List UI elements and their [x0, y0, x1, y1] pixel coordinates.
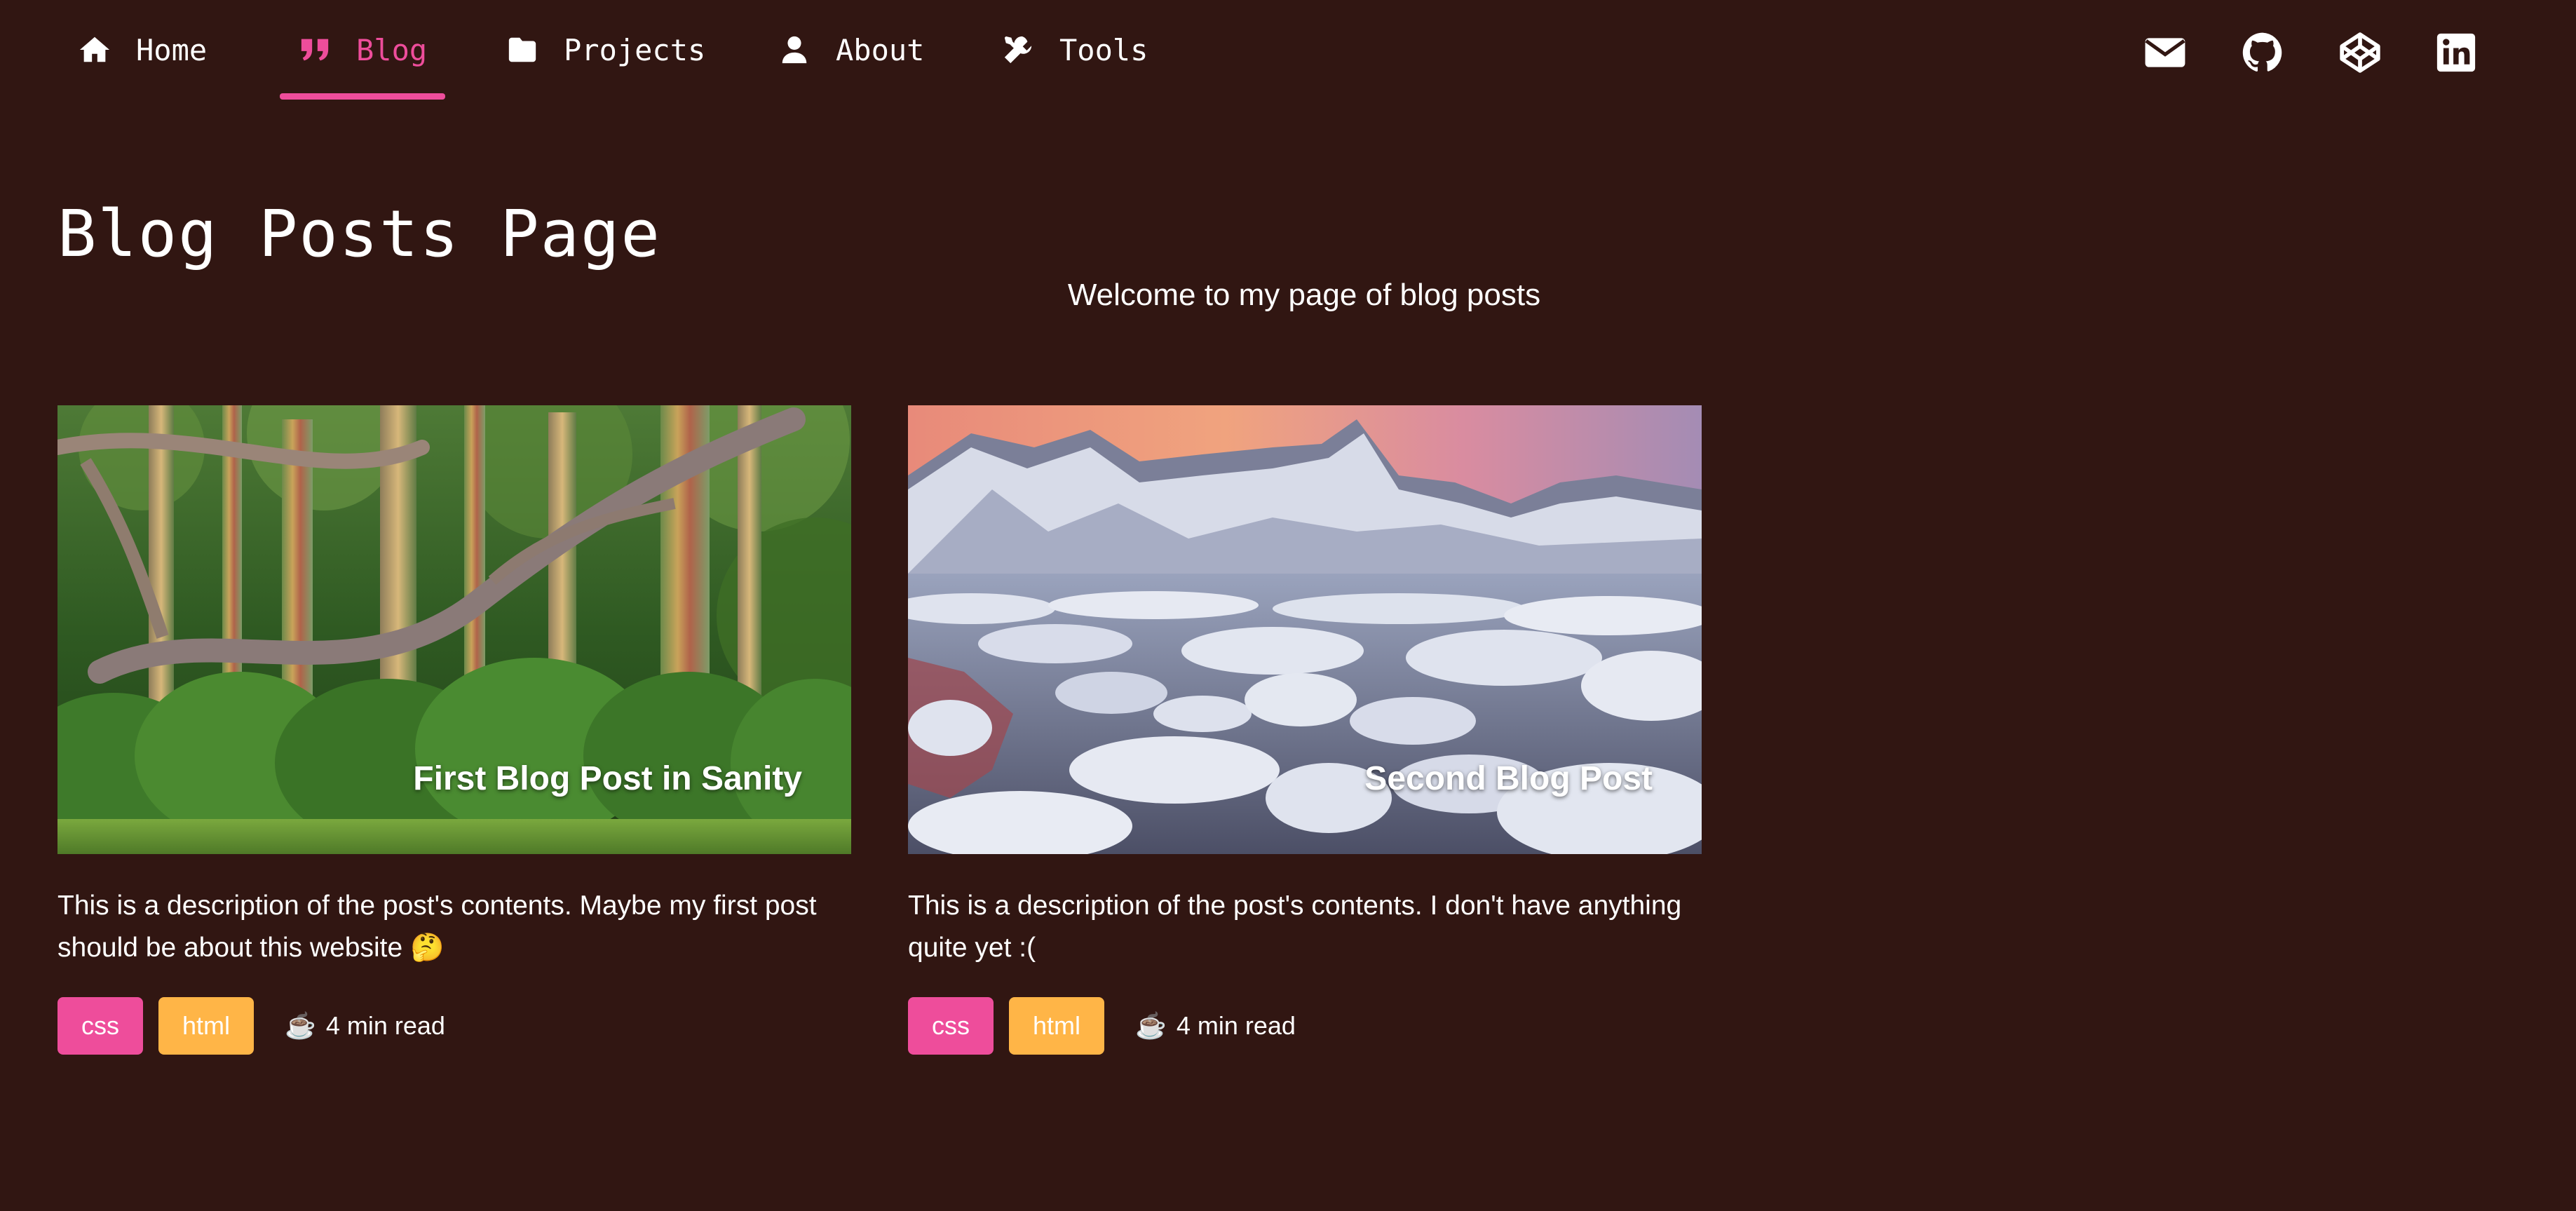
- linkedin-link[interactable]: [2433, 31, 2479, 77]
- blog-post-card[interactable]: First Blog Post in Sanity This is a desc…: [57, 405, 851, 1055]
- post-thumbnail[interactable]: Second Blog Post: [908, 405, 1702, 854]
- page-subtitle: Welcome to my page of blog posts: [1067, 278, 1541, 312]
- active-tab-indicator: [280, 93, 445, 100]
- read-time-label: 4 min read: [325, 1011, 445, 1040]
- mail-icon: [2143, 31, 2187, 78]
- post-meta: css html ☕ 4 min read: [908, 997, 1702, 1055]
- blog-post-card[interactable]: Second Blog Post This is a description o…: [908, 405, 1702, 1055]
- post-thumbnail[interactable]: First Blog Post in Sanity: [57, 405, 851, 854]
- post-description: This is a description of the post's cont…: [57, 891, 817, 963]
- codepen-link[interactable]: [2337, 31, 2383, 77]
- post-description: This is a description of the post's cont…: [908, 891, 1682, 963]
- user-icon: [777, 32, 812, 67]
- nav-item-label: Projects: [564, 32, 706, 67]
- tag-html[interactable]: html: [158, 997, 255, 1055]
- coffee-icon: ☕: [1135, 1011, 1167, 1040]
- post-title[interactable]: First Blog Post in Sanity: [413, 759, 802, 798]
- read-time: ☕ 4 min read: [1135, 1011, 1296, 1041]
- post-title[interactable]: Second Blog Post: [1364, 759, 1653, 798]
- page-title: Blog Posts Page: [57, 196, 661, 271]
- nav-item-label: About: [836, 32, 925, 67]
- quote-icon: [297, 32, 332, 67]
- github-link[interactable]: [2239, 31, 2286, 77]
- read-time: ☕ 4 min read: [285, 1011, 445, 1041]
- top-nav: Home Blog Projects About Tools: [0, 0, 2576, 105]
- codepen-icon: [2338, 31, 2382, 78]
- nav-item-label: Tools: [1059, 32, 1148, 67]
- coffee-icon: ☕: [285, 1011, 316, 1040]
- github-icon: [2241, 31, 2284, 78]
- nav-item-about[interactable]: About: [777, 27, 924, 73]
- home-icon: [77, 32, 112, 67]
- tag-css[interactable]: css: [57, 997, 143, 1055]
- nav-item-label: Blog: [356, 32, 428, 67]
- post-meta: css html ☕ 4 min read: [57, 997, 851, 1055]
- linkedin-icon: [2434, 31, 2478, 78]
- tag-css[interactable]: css: [908, 997, 994, 1055]
- tag-html[interactable]: html: [1009, 997, 1105, 1055]
- nav-item-home[interactable]: Home: [77, 27, 207, 73]
- read-time-label: 4 min read: [1176, 1011, 1296, 1040]
- folder-icon: [505, 32, 540, 67]
- nav-item-projects[interactable]: Projects: [505, 27, 705, 73]
- email-link[interactable]: [2142, 31, 2188, 77]
- tools-icon: [1001, 32, 1036, 67]
- nav-item-tools[interactable]: Tools: [1001, 27, 1148, 73]
- nav-item-label: Home: [136, 32, 208, 67]
- nav-item-blog[interactable]: Blog: [297, 27, 427, 73]
